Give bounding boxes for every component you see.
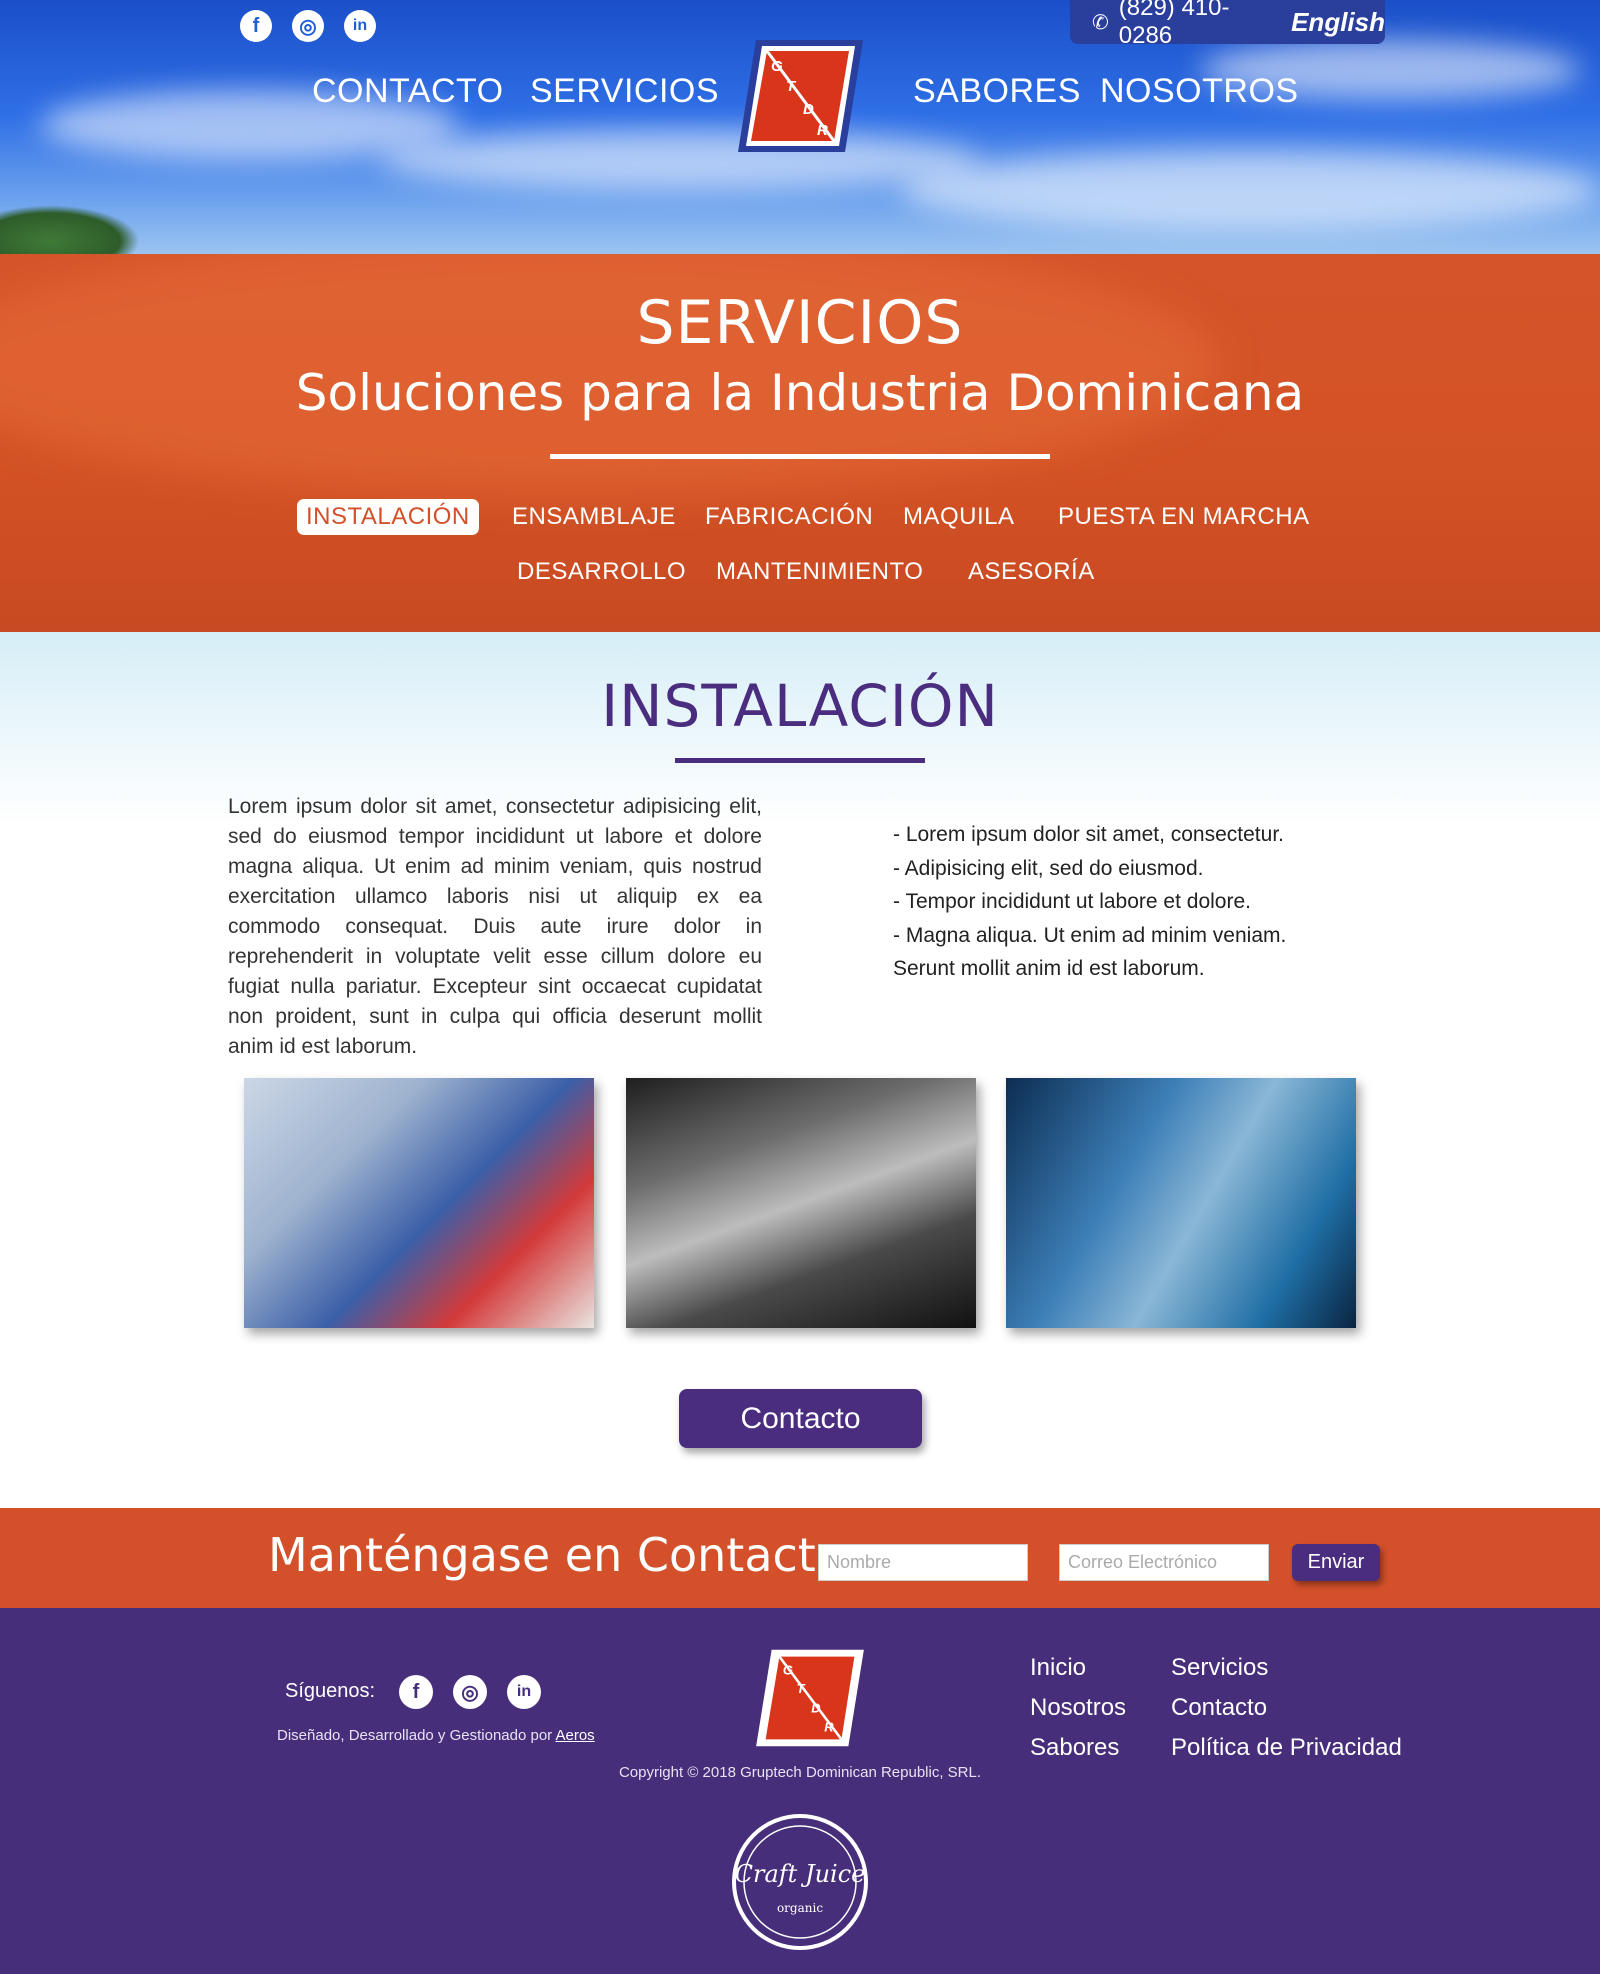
cloud-shape (380, 130, 980, 190)
svg-text:D: D (811, 1701, 820, 1716)
craft-juice-badge: Craft Juice organic (732, 1814, 868, 1950)
credits-prefix: Diseñado, Desarrollado y Gestionado por (277, 1727, 553, 1744)
cloud-shape (900, 150, 1600, 230)
nav-servicios[interactable]: SERVICIOS (530, 72, 719, 111)
services-banner: SERVICIOS Soluciones para la Industria D… (0, 254, 1600, 632)
tab-ensamblaje[interactable]: ENSAMBLAJE (512, 503, 676, 531)
nav-contacto[interactable]: CONTACTO (312, 72, 504, 111)
banner-subtitle: Soluciones para la Industria Dominicana (295, 364, 1305, 422)
section-divider (675, 758, 925, 763)
instagram-icon[interactable]: ◎ (453, 1675, 487, 1709)
service-bullet-list: - Lorem ipsum dolor sit amet, consectetu… (893, 818, 1373, 986)
header-hero: f ◎ in ✆ (829) 410-0286 English CONTACTO… (0, 0, 1600, 254)
svg-text:R: R (824, 1720, 834, 1735)
banner-title: SERVICIOS (636, 288, 964, 358)
tab-instalacion[interactable]: INSTALACIÓN (297, 499, 479, 535)
copyright-text: Copyright © 2018 Gruptech Dominican Repu… (618, 1764, 982, 1781)
newsletter-bar: Manténgase en Contacto Enviar (0, 1508, 1600, 1608)
svg-text:G: G (771, 58, 783, 75)
facebook-icon[interactable]: f (399, 1675, 433, 1709)
gtdr-logo[interactable]: G T D R (738, 38, 863, 154)
bullet-item: - Lorem ipsum dolor sit amet, consectetu… (893, 823, 1284, 846)
svg-text:T: T (797, 1681, 806, 1696)
tab-desarrollo[interactable]: DESARROLLO (517, 558, 686, 586)
bullet-item: Serunt mollit anim id est laborum. (893, 957, 1205, 980)
credits-text: Diseñado, Desarrollado y Gestionado por … (277, 1727, 595, 1744)
svg-text:R: R (817, 122, 828, 139)
footer-link-servicios[interactable]: Servicios (1171, 1654, 1268, 1682)
linkedin-icon[interactable]: in (507, 1675, 541, 1709)
service-description: Lorem ipsum dolor sit amet, consectetur … (228, 795, 762, 1058)
footer-link-nosotros[interactable]: Nosotros (1030, 1694, 1126, 1722)
photo-warehouse (1006, 1078, 1356, 1328)
tab-maquila[interactable]: MAQUILA (903, 503, 1015, 531)
banner-divider (550, 454, 1050, 459)
bullet-item: - Adipisicing elit, sed do eiusmod. (893, 856, 1204, 880)
linkedin-icon[interactable]: in (344, 10, 376, 42)
tab-puesta-en-marcha[interactable]: PUESTA EN MARCHA (1058, 503, 1310, 531)
tab-mantenimiento[interactable]: MANTENIMIENTO (716, 558, 923, 586)
footer-link-sabores[interactable]: Sabores (1030, 1734, 1119, 1762)
follow-label: Síguenos: (285, 1680, 376, 1702)
nav-sabores[interactable]: SABORES (913, 72, 1081, 111)
send-button[interactable]: Enviar (1292, 1544, 1380, 1581)
phone-language-bar: ✆ (829) 410-0286 English (1070, 0, 1385, 49)
contact-button[interactable]: Contacto (679, 1389, 922, 1448)
footer-link-privacidad[interactable]: Política de Privacidad (1171, 1734, 1402, 1762)
section-title: INSTALACIÓN (601, 672, 999, 740)
instagram-icon[interactable]: ◎ (292, 10, 324, 42)
svg-text:Craft Juice: Craft Juice (735, 1860, 866, 1888)
name-input[interactable] (818, 1544, 1028, 1581)
photo-industrial-plant (626, 1078, 976, 1328)
facebook-icon[interactable]: f (240, 10, 272, 42)
svg-text:organic: organic (777, 1901, 823, 1915)
footer-gtdr-logo[interactable]: G T D R (755, 1648, 865, 1748)
tab-fabricacion[interactable]: FABRICACIÓN (705, 503, 873, 531)
footer-link-contacto[interactable]: Contacto (1171, 1694, 1267, 1722)
bullet-item: - Magna aliqua. Ut enim ad minim veniam. (893, 923, 1287, 947)
palm-tree-image (0, 205, 140, 254)
tab-asesoria[interactable]: ASESORÍA (968, 558, 1095, 586)
service-content: INSTALACIÓN Lorem ipsum dolor sit amet, … (0, 632, 1600, 1508)
newsletter-title: Manténgase en Contacto (268, 1528, 844, 1582)
footer-link-inicio[interactable]: Inicio (1030, 1654, 1086, 1682)
footer-social-links: f ◎ in (399, 1675, 541, 1709)
aeros-link[interactable]: Aeros (556, 1727, 595, 1744)
nav-nosotros[interactable]: NOSOTROS (1100, 72, 1299, 111)
svg-text:D: D (803, 101, 814, 118)
phone-number[interactable]: (829) 410-0286 (1119, 0, 1261, 50)
email-input[interactable] (1059, 1544, 1269, 1581)
phone-icon: ✆ (1092, 11, 1109, 34)
language-switch-link[interactable]: English (1291, 7, 1385, 38)
bullet-item: - Tempor incididunt ut labore et dolore. (893, 890, 1251, 913)
header-social-links: f ◎ in (240, 10, 376, 42)
footer: Síguenos: f ◎ in Diseñado, Desarrollado … (0, 1608, 1600, 1974)
photo-workers (244, 1078, 594, 1328)
svg-text:G: G (783, 1663, 793, 1678)
